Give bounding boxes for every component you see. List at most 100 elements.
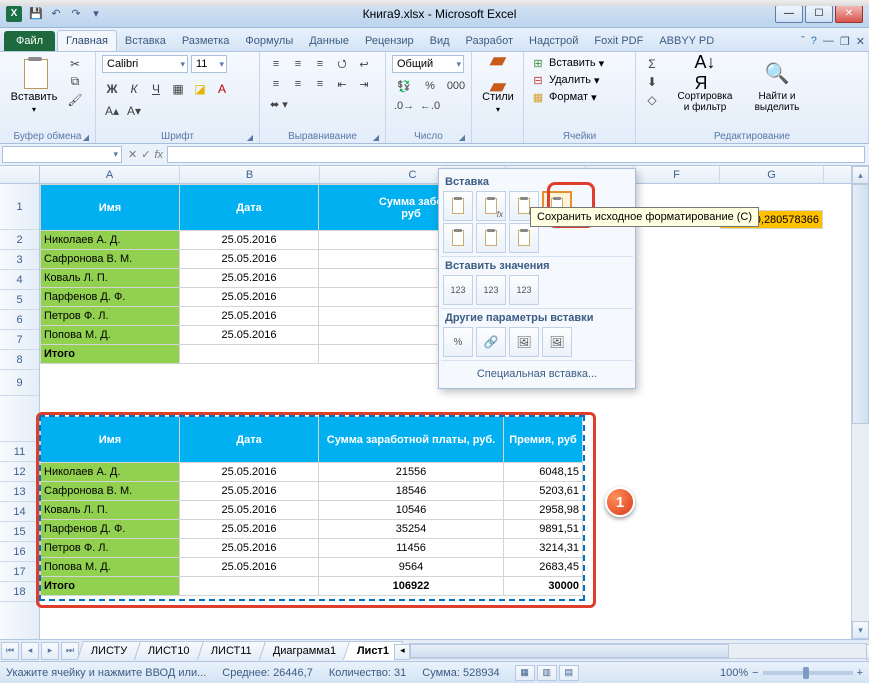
scroll-up-button[interactable]: ▴	[852, 166, 869, 184]
cell-salary[interactable]: 18546	[319, 482, 504, 501]
close-button[interactable]: ✕	[835, 5, 863, 23]
header-bonus[interactable]: Премия, руб	[504, 417, 583, 463]
number-format-combo[interactable]: Общий	[392, 55, 464, 73]
paste-no-borders-button[interactable]	[443, 223, 473, 253]
page-layout-view-icon[interactable]: ▥	[537, 665, 557, 681]
cell-total-salary[interactable]: 106922	[319, 577, 504, 596]
help-icon[interactable]: ?	[811, 35, 817, 48]
maximize-button[interactable]: ☐	[805, 5, 833, 23]
row-header[interactable]: 9	[0, 370, 39, 396]
cell[interactable]	[180, 577, 319, 596]
sheet-tab[interactable]: ЛИСТУ	[77, 641, 142, 660]
border-button[interactable]: ▦	[168, 80, 188, 98]
zoom-out-button[interactable]: −	[752, 667, 758, 679]
row-header[interactable]: 16	[0, 542, 39, 562]
cell-salary[interactable]: 11456	[319, 539, 504, 558]
enter-formula-icon[interactable]: ✓	[141, 148, 150, 161]
font-dialog-launcher[interactable]: ◢	[247, 133, 253, 142]
cancel-formula-icon[interactable]: ✕	[128, 148, 137, 161]
qat-dropdown-icon[interactable]: ▾	[88, 6, 104, 22]
minimize-button[interactable]: —	[775, 5, 803, 23]
cell-salary[interactable]: 9564	[319, 558, 504, 577]
tab-foxit[interactable]: Foxit PDF	[586, 31, 651, 51]
wrap-text-icon[interactable]: ↩	[354, 55, 374, 73]
qat-save-icon[interactable]: 💾	[28, 6, 44, 22]
underline-button[interactable]: Ч	[146, 80, 166, 98]
cell-bonus[interactable]: 6048,15	[504, 463, 583, 482]
paste-formulas-button[interactable]: fx	[476, 191, 506, 221]
cell-name[interactable]: Сафронова В. М.	[41, 250, 180, 269]
alignment-dialog-launcher[interactable]: ◢	[373, 133, 379, 142]
bold-button[interactable]: Ж	[102, 80, 122, 98]
cell-name[interactable]: Коваль Л. П.	[41, 269, 180, 288]
doc-restore-icon[interactable]: ❐	[840, 35, 850, 48]
align-center-icon[interactable]: ≡	[288, 75, 308, 93]
name-box[interactable]	[2, 146, 122, 163]
doc-close-icon[interactable]: ✕	[856, 35, 865, 48]
col-header-g[interactable]: G	[720, 166, 824, 183]
align-top-icon[interactable]: ≡	[266, 55, 286, 73]
cell-date[interactable]: 25.05.2016	[180, 520, 319, 539]
sheet-nav-prev-icon[interactable]: ◂	[21, 642, 39, 660]
clear-icon[interactable]: ◇	[642, 91, 662, 108]
currency-icon[interactable]: 💱	[392, 77, 416, 95]
zoom-in-button[interactable]: +	[857, 667, 863, 679]
cell-name[interactable]: Николаев А. Д.	[41, 463, 180, 482]
paste-values-button[interactable]: 123	[443, 275, 473, 305]
row-header[interactable]: 7	[0, 330, 39, 350]
delete-cells-button[interactable]: ⊟Удалить ▾	[530, 72, 604, 88]
paste-values-number-button[interactable]: 123	[476, 275, 506, 305]
cell-name[interactable]: Сафронова В. М.	[41, 482, 180, 501]
font-name-combo[interactable]: Calibri	[102, 55, 188, 73]
paste-special-menu-item[interactable]: Специальная вставка...	[443, 364, 631, 384]
cell-date[interactable]: 25.05.2016	[180, 501, 319, 520]
cell-name[interactable]: Парфенов Д. Ф.	[41, 520, 180, 539]
sheet-tab[interactable]: ЛИСТ10	[134, 641, 204, 660]
header-date[interactable]: Дата	[180, 185, 319, 231]
align-bottom-icon[interactable]: ≡	[310, 55, 330, 73]
scroll-down-button[interactable]: ▾	[852, 621, 869, 639]
decrease-decimal-icon[interactable]: ←.0	[418, 97, 442, 115]
align-left-icon[interactable]: ≡	[266, 75, 286, 93]
fx-icon[interactable]: fx	[154, 149, 163, 161]
italic-button[interactable]: К	[124, 80, 144, 98]
fill-color-button[interactable]: ◪	[190, 80, 210, 98]
cell-date[interactable]: 25.05.2016	[180, 307, 319, 326]
paste-link-button[interactable]: 🔗	[476, 327, 506, 357]
page-break-view-icon[interactable]: ▤	[559, 665, 579, 681]
merge-cells-icon[interactable]: ⬌ ▾	[266, 95, 292, 113]
row-header[interactable]: 18	[0, 582, 39, 602]
paste-button[interactable]: Вставить ▾	[6, 55, 62, 116]
doc-minimize-icon[interactable]: —	[823, 35, 834, 48]
row-header[interactable]: 14	[0, 502, 39, 522]
cell[interactable]	[180, 345, 319, 364]
header-name[interactable]: Имя	[41, 417, 180, 463]
col-header-a[interactable]: A	[40, 166, 180, 183]
bottom-data-table[interactable]: Имя Дата Сумма заработной платы, руб. Пр…	[40, 416, 583, 596]
cell-total-label[interactable]: Итого	[41, 345, 180, 364]
increase-indent-icon[interactable]: ⇥	[354, 75, 374, 93]
autosum-icon[interactable]: Σ	[642, 55, 662, 72]
cell-date[interactable]: 25.05.2016	[180, 558, 319, 577]
fill-icon[interactable]: ⬇	[642, 73, 662, 90]
sheet-nav-next-icon[interactable]: ▸	[41, 642, 59, 660]
row-header[interactable]: 13	[0, 482, 39, 502]
zoom-slider[interactable]	[763, 671, 853, 675]
cell-date[interactable]: 25.05.2016	[180, 231, 319, 250]
paste-keep-widths-button[interactable]	[476, 223, 506, 253]
tab-file[interactable]: Файл	[4, 31, 55, 51]
orientation-icon[interactable]: ⭯	[332, 55, 352, 73]
tab-review[interactable]: Рецензир	[357, 31, 422, 51]
header-salary[interactable]: Сумма заработной платы, руб.	[319, 417, 504, 463]
cell-bonus[interactable]: 3214,31	[504, 539, 583, 558]
horizontal-scrollbar[interactable]	[409, 643, 867, 659]
find-select-button[interactable]: 🔍 Найти и выделить	[744, 55, 810, 115]
row-header[interactable]: 17	[0, 562, 39, 582]
row-header[interactable]: 8	[0, 350, 39, 370]
styles-button[interactable]: ▰▰ Стили ▾	[478, 55, 518, 116]
font-size-combo[interactable]: 11	[191, 55, 227, 73]
col-header-b[interactable]: B	[180, 166, 320, 183]
tab-insert[interactable]: Вставка	[117, 31, 174, 51]
cell-salary[interactable]: 21556	[319, 463, 504, 482]
hscroll-thumb[interactable]	[410, 644, 729, 658]
